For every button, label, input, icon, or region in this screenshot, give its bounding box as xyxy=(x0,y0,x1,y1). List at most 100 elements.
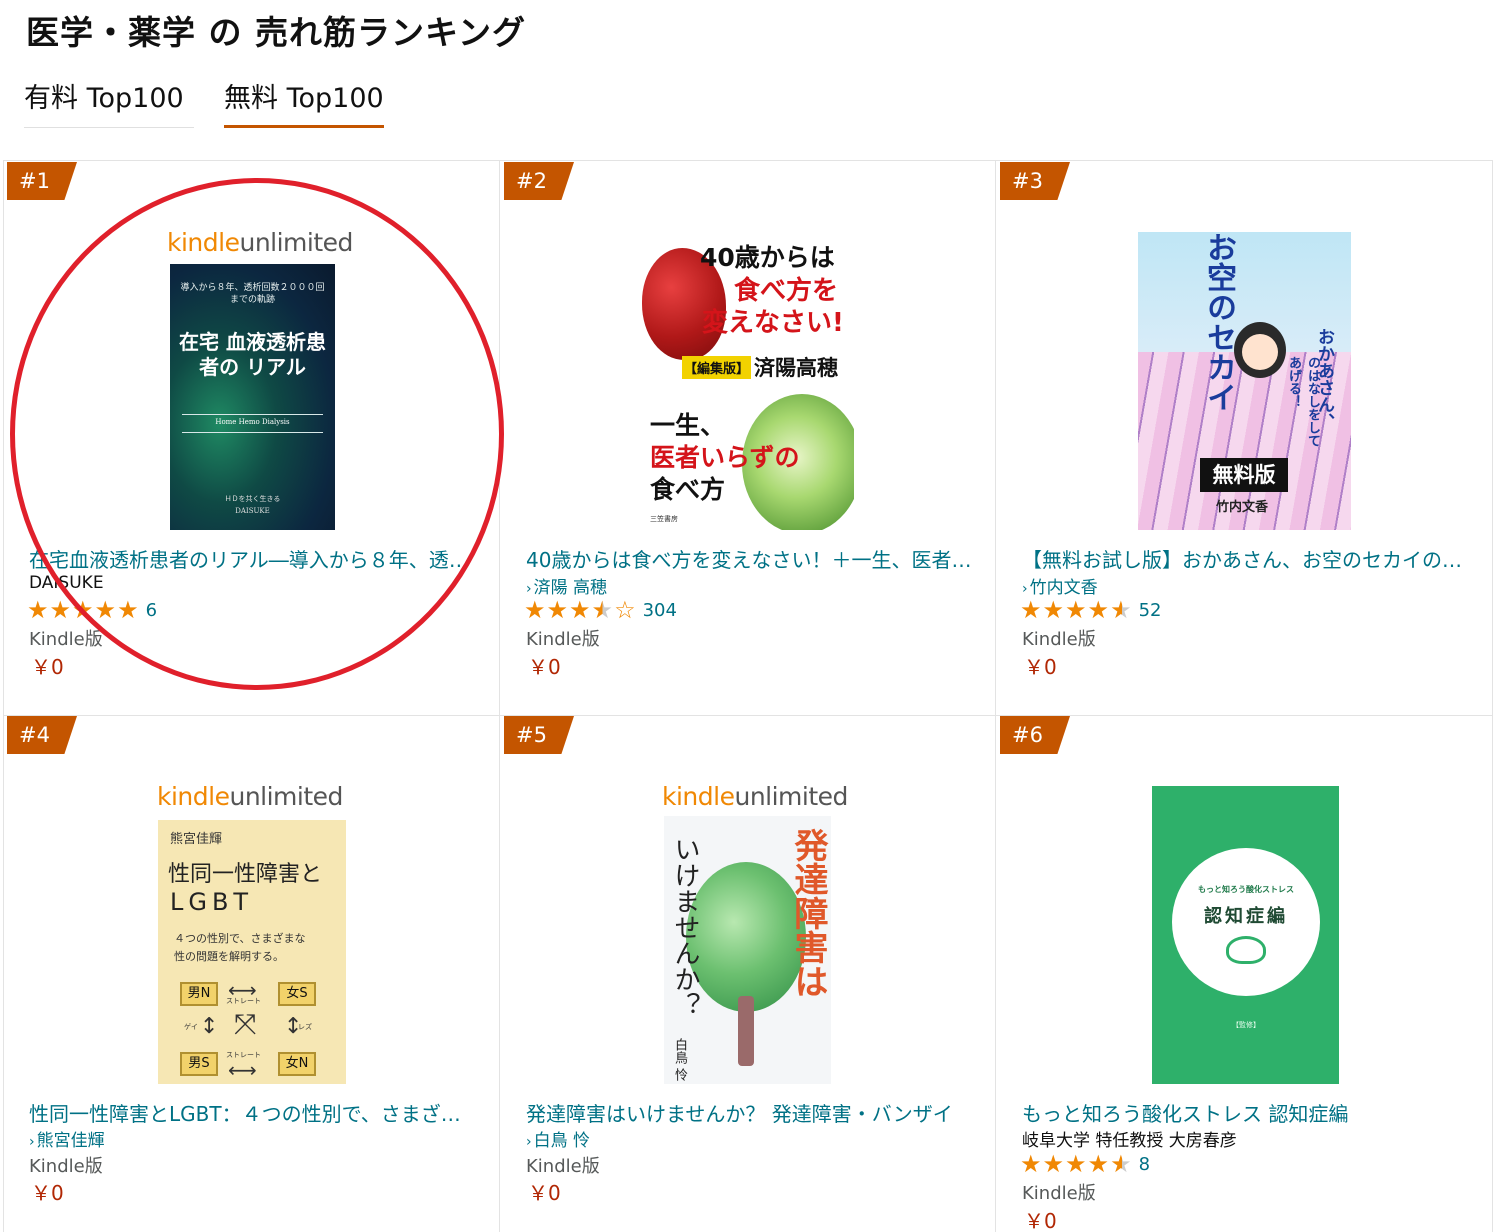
star-full-icon: ★ xyxy=(1042,1150,1065,1178)
brain-icon xyxy=(1226,936,1266,964)
chevron-right-icon: › xyxy=(29,1134,35,1150)
rank-badge: #5 xyxy=(504,716,574,754)
format-label: Kindle版 xyxy=(526,629,600,650)
product-card: #3 お空のセカイ おかあさん、 のはなしをしてあげる！ 無料版 竹内文香 【無… xyxy=(996,162,1492,715)
star-full-icon: ★ xyxy=(1020,596,1042,624)
book-cover[interactable]: 40歳からは 食べ方を 変えなさい! 【編集版】 済陽高穂 一生、 医者いらずの… xyxy=(642,234,854,530)
cover-english: Home Hemo Dialysis xyxy=(215,418,290,426)
gender-box: 男S xyxy=(180,1052,218,1076)
cover-subtitle: もっと知ろう酸化ストレス xyxy=(1198,885,1294,894)
star-full-icon: ★ xyxy=(546,596,569,624)
price: ￥0 xyxy=(528,1181,561,1205)
price: ￥0 xyxy=(528,655,561,679)
product-title-link[interactable]: もっと知ろう酸化ストレス 認知症編 xyxy=(1022,1098,1470,1127)
cover-author: 済陽高穂 xyxy=(754,356,838,380)
book-cover[interactable]: 発達障害は いけませんか？ 白鳥 怜 xyxy=(664,816,831,1084)
cover-rule xyxy=(182,414,323,415)
product-card: #1 kindleunlimited 導入から８年、透析回数２０００回までの軌跡… xyxy=(3,162,499,715)
book-cover[interactable]: 熊宮佳輝 性同一性障害と LGBT ４つの性別で、さまざまな 性の問題を解明する… xyxy=(158,820,346,1084)
star-full-icon: ★ xyxy=(1020,1150,1042,1178)
product-title-link[interactable]: 発達障害はいけませんか？ 発達障害・バンザイ xyxy=(526,1098,974,1127)
grid-divider xyxy=(3,160,1493,161)
vertical-arrow-icon: ↕ xyxy=(200,1014,219,1039)
rating-count[interactable]: 304 xyxy=(643,600,677,621)
horizontal-arrow-icon: ⟷ xyxy=(228,978,257,1002)
star-full-icon: ★ xyxy=(72,596,94,624)
tab-paid-top100[interactable]: 有料 Top100 xyxy=(24,80,194,128)
tab-free-top100[interactable]: 無料 Top100 xyxy=(224,80,384,128)
rating-count[interactable]: 6 xyxy=(146,600,157,621)
star-full-icon: ★ xyxy=(1065,596,1087,624)
star-full-icon: ★ xyxy=(1087,1150,1110,1178)
star-empty-icon: ☆ xyxy=(614,596,636,624)
cover-line4: 一生、 xyxy=(650,411,726,440)
gender-box: 女N xyxy=(278,1052,316,1076)
star-rating[interactable]: ★ ★ ★ ★ ★ 8 xyxy=(1020,1152,1150,1176)
product-title-link[interactable]: 性同一性障害とLGBT：４つの性別で、さまざまな性の問題を解明する。 xyxy=(29,1098,477,1127)
horizontal-arrow-icon: ⟷ xyxy=(228,1058,257,1082)
star-full-icon: ★ xyxy=(117,596,139,624)
star-half-icon: ★ xyxy=(1110,596,1132,624)
book-cover[interactable]: お空のセカイ おかあさん、 のはなしをしてあげる！ 無料版 竹内文香 xyxy=(1138,232,1351,530)
author-link[interactable]: › 熊宮佳輝 xyxy=(29,1126,105,1151)
rank-badge: #6 xyxy=(1000,716,1070,754)
book-cover[interactable]: 導入から８年、透析回数２０００回までの軌跡 在宅 血液透析患者の リアル Hom… xyxy=(170,264,335,530)
format-label: Kindle版 xyxy=(1022,1183,1096,1204)
vertical-arrow-icon: ↕ xyxy=(284,1014,303,1039)
author-link[interactable]: › 白鳥 怜 xyxy=(526,1126,590,1151)
product-card: #6 もっと知ろう酸化ストレス 認知症編 【監修】 もっと知ろう酸化ストレス 認… xyxy=(996,716,1492,1232)
cover-publisher: 三笠書房 xyxy=(650,515,678,523)
cover-title: 在宅 血液透析患者の リアル xyxy=(179,330,326,379)
rating-count[interactable]: 8 xyxy=(1139,1154,1150,1175)
cover-line1: 40歳からは xyxy=(700,243,835,272)
rank-badge: #4 xyxy=(7,716,77,754)
rating-count[interactable]: 52 xyxy=(1139,600,1162,621)
arrow-label: ゲイ xyxy=(184,1023,198,1031)
product-title-link[interactable]: 在宅血液透析患者のリアル―導入から８年、透析回数２０００回までの軌跡 xyxy=(29,544,477,573)
chevron-right-icon: › xyxy=(526,581,532,597)
cover-rule xyxy=(182,432,323,433)
product-title-link[interactable]: 【無料お試し版】おかあさん、お空のセカイのはなしをしてあげる！ xyxy=(1022,544,1470,573)
price: ￥0 xyxy=(1024,1209,1057,1232)
star-rating[interactable]: ★ ★ ★ ★ ☆ 304 xyxy=(524,598,677,622)
cover-title: 認知症編 xyxy=(1204,906,1288,927)
chevron-right-icon: › xyxy=(1022,581,1028,597)
free-edition-badge: 無料版 xyxy=(1200,458,1288,492)
cover-author: 竹内文香 xyxy=(1216,500,1269,515)
tree-trunk xyxy=(738,996,754,1066)
cover-title-2: LGBT xyxy=(170,888,254,916)
rank-badge: #3 xyxy=(1000,162,1070,200)
format-label: Kindle版 xyxy=(29,1156,103,1177)
product-title-link[interactable]: 40歳からは食べ方を変えなさい！＋一生、医者いらずの食べ方 xyxy=(526,544,974,573)
author-name: 岐阜大学 特任教授 大房春彦 xyxy=(1022,1131,1237,1151)
cover-foot: ＨＤを共く生きる xyxy=(224,495,281,503)
star-half-icon: ★ xyxy=(591,596,614,624)
chevron-right-icon: › xyxy=(526,1134,532,1150)
kindle-unlimited-logo: kindleunlimited xyxy=(662,782,848,811)
rank-badge: #1 xyxy=(7,162,77,200)
cover-side-text-2: のはなしをしてあげる！ xyxy=(1286,356,1320,447)
cover-author: 白鳥 怜 xyxy=(672,1038,687,1082)
cover-title: 性同一性障害と xyxy=(168,862,323,887)
format-label: Kindle版 xyxy=(1022,629,1096,650)
price: ￥0 xyxy=(1024,655,1057,679)
ranking-tabs: 有料 Top100 無料 Top100 xyxy=(24,80,1494,130)
format-label: Kindle版 xyxy=(29,629,103,650)
product-card: #5 kindleunlimited 発達障害は いけませんか？ 白鳥 怜 発達… xyxy=(500,716,996,1232)
format-label: Kindle版 xyxy=(526,1156,600,1177)
star-full-icon: ★ xyxy=(1042,596,1065,624)
star-rating[interactable]: ★ ★ ★ ★ ★ 6 xyxy=(27,598,157,622)
author-name: DAISUKE xyxy=(29,573,104,593)
star-half-icon: ★ xyxy=(1110,1150,1132,1178)
author-link[interactable]: › 竹内文香 xyxy=(1022,573,1098,598)
star-rating[interactable]: ★ ★ ★ ★ ★ 52 xyxy=(1020,598,1161,622)
gender-box: 女S xyxy=(278,982,316,1006)
book-cover[interactable]: もっと知ろう酸化ストレス 認知症編 【監修】 xyxy=(1152,786,1339,1084)
cover-credit: 【監修】 xyxy=(1232,1021,1260,1029)
star-full-icon: ★ xyxy=(27,596,49,624)
star-full-icon: ★ xyxy=(569,596,591,624)
author-link[interactable]: › 済陽 高穂 xyxy=(526,573,607,598)
edition-badge: 【編集版】 xyxy=(682,356,752,379)
cover-desc-2: 性の問題を解明する。 xyxy=(174,950,284,963)
product-card: #4 kindleunlimited 熊宮佳輝 性同一性障害と LGBT ４つの… xyxy=(3,716,499,1232)
